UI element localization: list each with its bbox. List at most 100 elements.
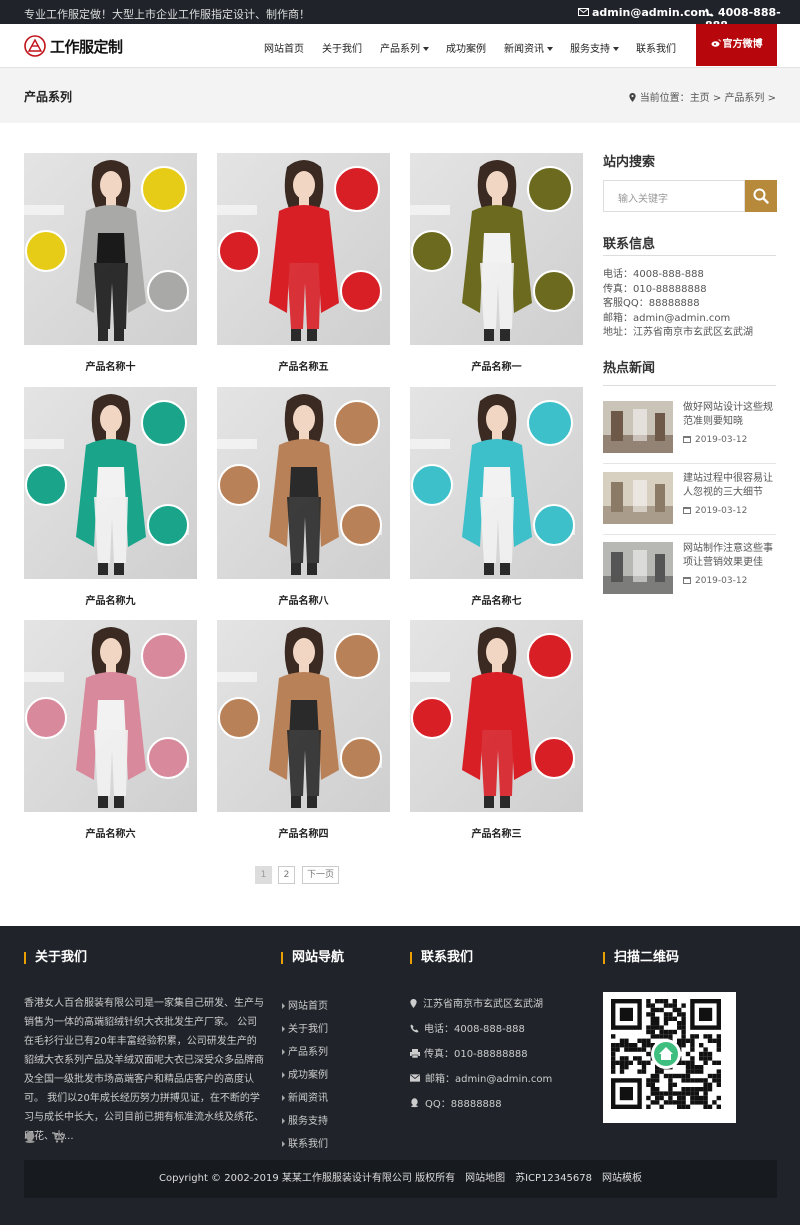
fax-icon: [410, 1048, 420, 1058]
product-name[interactable]: 产品名称十: [24, 358, 197, 373]
page-2-button[interactable]: 2: [278, 866, 295, 884]
arrow-right-icon: [282, 1026, 285, 1032]
hot-news-title: 热点新闻: [603, 361, 656, 376]
nav-item-label: 服务支持: [570, 44, 610, 55]
nav-item-7[interactable]: 联系我们: [636, 40, 676, 55]
qq-icon[interactable]: [24, 1131, 36, 1144]
contact-fax: 传真：010-88888888: [603, 284, 707, 295]
nav-item-2[interactable]: 关于我们: [322, 40, 362, 55]
chevron-down-icon: [547, 47, 553, 51]
news-date: 2019-03-12: [683, 435, 747, 445]
product-image[interactable]: [410, 620, 583, 812]
product-image[interactable]: [410, 387, 583, 579]
news-title[interactable]: 做好网站设计这些规范准则要知晓: [683, 401, 779, 429]
footer-nav-label: 服务支持: [288, 1116, 328, 1127]
search-input[interactable]: 输入关键字: [603, 180, 745, 212]
footer-nav-label: 关于我们: [288, 1024, 328, 1035]
nav-item-5[interactable]: 新闻资讯: [504, 40, 553, 55]
product-image[interactable]: [217, 620, 390, 812]
weibo-button[interactable]: 官方微博: [696, 24, 777, 66]
chevron-down-icon: [423, 47, 429, 51]
news-thumbnail[interactable]: [603, 472, 673, 524]
top-email[interactable]: admin@admin.com: [578, 6, 709, 19]
footer-nav-item[interactable]: 成功案例: [282, 1066, 328, 1081]
contact-phone: 电话：4008-888-888: [603, 269, 704, 280]
news-item[interactable]: 网站制作注意这些事项让营销效果更佳 2019-03-12: [603, 542, 776, 594]
footer-contact-phone: 电话：4008-888-888: [410, 1020, 525, 1035]
footer-nav-item[interactable]: 产品系列: [282, 1043, 328, 1058]
sitemap-link[interactable]: 网站地图: [465, 1173, 505, 1184]
product-name[interactable]: 产品名称九: [24, 592, 197, 607]
product-card[interactable]: 产品名称五: [217, 153, 390, 373]
nav-item-6[interactable]: 服务支持: [570, 40, 619, 55]
product-name[interactable]: 产品名称一: [410, 358, 583, 373]
product-image[interactable]: [24, 387, 197, 579]
product-image[interactable]: [217, 153, 390, 345]
page-title-band: 产品系列 当前位置：主页 > 产品系列 >: [0, 68, 800, 123]
footer-email-text: 邮箱：admin@admin.com: [425, 1074, 553, 1085]
product-name[interactable]: 产品名称七: [410, 592, 583, 607]
icp-link[interactable]: 苏ICP12345678: [515, 1173, 592, 1184]
product-image[interactable]: [24, 620, 197, 812]
footer-contact-address: 江苏省南京市玄武区玄武湖: [410, 995, 543, 1010]
template-link[interactable]: 网站模板: [602, 1173, 642, 1184]
footer-nav-item[interactable]: 关于我们: [282, 1020, 328, 1035]
search-icon: [753, 188, 769, 204]
product-image[interactable]: [24, 153, 197, 345]
calendar-icon: [683, 435, 691, 443]
footer-nav-item[interactable]: 新闻资讯: [282, 1089, 328, 1104]
product-card[interactable]: 产品名称一: [410, 153, 583, 373]
breadcrumb-current[interactable]: 产品系列: [724, 93, 764, 104]
divider: [603, 385, 776, 386]
breadcrumb-home[interactable]: 主页: [690, 93, 710, 104]
footer-nav-item[interactable]: 联系我们: [282, 1135, 328, 1150]
product-card[interactable]: 产品名称六: [24, 620, 197, 840]
search-button[interactable]: [745, 180, 777, 212]
product-name[interactable]: 产品名称八: [217, 592, 390, 607]
product-card[interactable]: 产品名称三: [410, 620, 583, 840]
nav-item-4[interactable]: 成功案例: [446, 40, 486, 55]
nav-item-3[interactable]: 产品系列: [380, 40, 429, 55]
footer-nav-item[interactable]: 服务支持: [282, 1112, 328, 1127]
news-thumbnail[interactable]: [603, 401, 673, 453]
news-item[interactable]: 建站过程中很容易让人忽视的三大细节 2019-03-12: [603, 472, 776, 524]
top-email-text: admin@admin.com: [592, 6, 710, 19]
product-card[interactable]: 产品名称四: [217, 620, 390, 840]
news-item[interactable]: 做好网站设计这些规范准则要知晓 2019-03-12: [603, 401, 776, 453]
product-card[interactable]: 产品名称十: [24, 153, 197, 373]
news-thumbnail[interactable]: [603, 542, 673, 594]
mail-icon: [410, 1074, 420, 1082]
breadcrumb-label: 当前位置：: [639, 93, 690, 104]
nav-item-label: 网站首页: [264, 44, 304, 55]
arrow-right-icon: [282, 1072, 285, 1078]
product-name[interactable]: 产品名称五: [217, 358, 390, 373]
product-image[interactable]: [410, 153, 583, 345]
location-pin-icon: [629, 92, 636, 102]
footer-qq-text: QQ：88888888: [425, 1099, 502, 1110]
footer-nav-title: 网站导航: [281, 951, 344, 964]
site-logo[interactable]: 工作服定制: [24, 32, 124, 60]
product-name[interactable]: 产品名称六: [24, 825, 197, 840]
footer-contact-title: 联系我们: [410, 951, 473, 964]
news-title[interactable]: 建站过程中很容易让人忽视的三大细节: [683, 472, 779, 500]
cart-icon[interactable]: [52, 1132, 65, 1143]
mail-icon: [578, 8, 589, 16]
next-page-button[interactable]: 下一页: [302, 866, 339, 884]
product-card[interactable]: 产品名称七: [410, 387, 583, 607]
product-card[interactable]: 产品名称九: [24, 387, 197, 607]
news-title[interactable]: 网站制作注意这些事项让营销效果更佳: [683, 542, 779, 570]
page-1-button[interactable]: 1: [255, 866, 272, 884]
product-name[interactable]: 产品名称四: [217, 825, 390, 840]
product-name[interactable]: 产品名称三: [410, 825, 583, 840]
breadcrumb-sep: >: [709, 93, 725, 104]
product-image[interactable]: [217, 387, 390, 579]
footer-address-text: 江苏省南京市玄武区玄武湖: [423, 999, 543, 1010]
nav-item-label: 成功案例: [446, 44, 486, 55]
footer-fax-text: 传真：010-88888888: [424, 1049, 528, 1060]
qr-code: [603, 992, 736, 1123]
phone-icon: [705, 7, 714, 17]
top-bar: 专业工作服定做！大型上市企业工作服指定设计、制作商！ admin@admin.c…: [0, 0, 800, 32]
nav-item-1[interactable]: 网站首页: [264, 40, 304, 55]
footer-nav-item[interactable]: 网站首页: [282, 997, 328, 1012]
product-card[interactable]: 产品名称八: [217, 387, 390, 607]
